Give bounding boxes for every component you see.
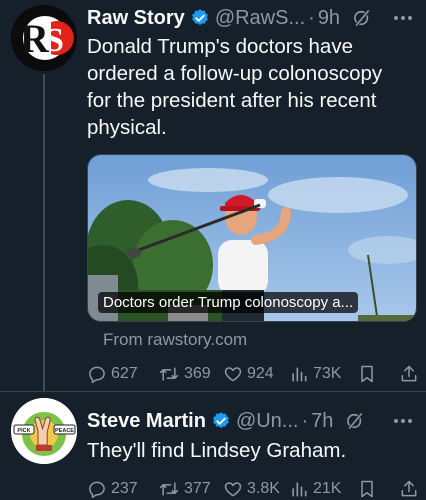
tweet-text: Donald Trump's doctors have ordered a fo…: [87, 35, 383, 139]
tweet-stevemartin[interactable]: PICK PEACE Steve Martin @Un... · 7h They…: [0, 392, 426, 500]
repost-icon: [158, 479, 180, 499]
tweet-time[interactable]: 9h: [318, 7, 340, 30]
timeline: R S Raw Story @RawS... · 9h Donald Trump…: [0, 0, 426, 500]
views-count: 73K: [313, 365, 342, 382]
peace-hand-avatar-icon: PICK PEACE: [11, 398, 77, 464]
reply-icon: [87, 364, 107, 384]
bookmark-icon: [358, 479, 376, 499]
more-icon[interactable]: [392, 8, 414, 28]
action-bar: 237 377 3.8K 21K: [87, 477, 418, 500]
verified-badge-icon: [190, 8, 210, 28]
like-icon: [223, 479, 243, 499]
verified-badge-icon: [211, 411, 231, 431]
grok-icon[interactable]: [345, 411, 365, 431]
reply-count: 237: [111, 480, 138, 497]
thread-line: [43, 74, 45, 392]
card-caption: Doctors order Trump colonoscopy a...: [98, 292, 359, 313]
tweet-time[interactable]: 7h: [311, 410, 333, 433]
svg-text:S: S: [45, 22, 64, 59]
avatar-rawstory[interactable]: R S: [11, 5, 77, 71]
reply-button[interactable]: 627: [87, 362, 138, 386]
repost-count: 369: [184, 365, 211, 382]
views-icon: [289, 364, 309, 384]
share-button[interactable]: [399, 362, 419, 386]
tweet-header: Raw Story @RawS... · 9h: [87, 2, 418, 34]
like-button[interactable]: 924: [223, 362, 274, 386]
like-icon: [223, 364, 243, 384]
reply-button[interactable]: 237: [87, 477, 138, 500]
like-count: 924: [247, 365, 274, 382]
link-card-image[interactable]: Doctors order Trump colonoscopy a...: [87, 154, 417, 322]
repost-count: 377: [184, 480, 211, 497]
author-name[interactable]: Steve Martin: [87, 410, 206, 433]
card-source[interactable]: From rawstory.com: [103, 330, 247, 350]
action-bar: 627 369 924 73K: [87, 362, 418, 386]
repost-button[interactable]: 377: [158, 477, 211, 500]
views-button[interactable]: 21K: [289, 477, 341, 500]
tweet-text: They'll find Lindsey Graham.: [87, 439, 347, 462]
reply-icon: [87, 479, 107, 499]
rawstory-logo-icon: R S: [11, 5, 77, 71]
repost-button[interactable]: 369: [158, 362, 211, 386]
grok-icon[interactable]: [352, 8, 372, 28]
avatar-label-right: PEACE: [55, 428, 74, 434]
tweet-header: Steve Martin @Un... · 7h: [87, 405, 418, 437]
separator-dot: ·: [308, 6, 315, 29]
like-count: 3.8K: [247, 480, 280, 497]
share-icon: [399, 479, 419, 499]
author-handle[interactable]: @Un...: [236, 410, 299, 433]
views-button[interactable]: 73K: [289, 362, 341, 386]
more-icon[interactable]: [392, 411, 414, 431]
repost-icon: [158, 364, 180, 384]
separator-dot: ·: [301, 409, 309, 432]
share-button[interactable]: [399, 477, 419, 500]
tweet-rawstory[interactable]: R S Raw Story @RawS... · 9h Donald Trump…: [0, 0, 426, 392]
bookmark-button[interactable]: [358, 477, 376, 500]
share-icon: [399, 364, 419, 384]
like-button[interactable]: 3.8K: [223, 477, 280, 500]
bookmark-icon: [358, 364, 376, 384]
views-icon: [289, 479, 309, 499]
author-handle[interactable]: @RawS...: [215, 7, 305, 30]
avatar-stevemartin[interactable]: PICK PEACE: [11, 398, 77, 464]
author-name[interactable]: Raw Story: [87, 7, 185, 30]
reply-count: 627: [111, 365, 138, 382]
bookmark-button[interactable]: [358, 362, 376, 386]
views-count: 21K: [313, 480, 342, 497]
avatar-label-left: PICK: [17, 428, 30, 434]
